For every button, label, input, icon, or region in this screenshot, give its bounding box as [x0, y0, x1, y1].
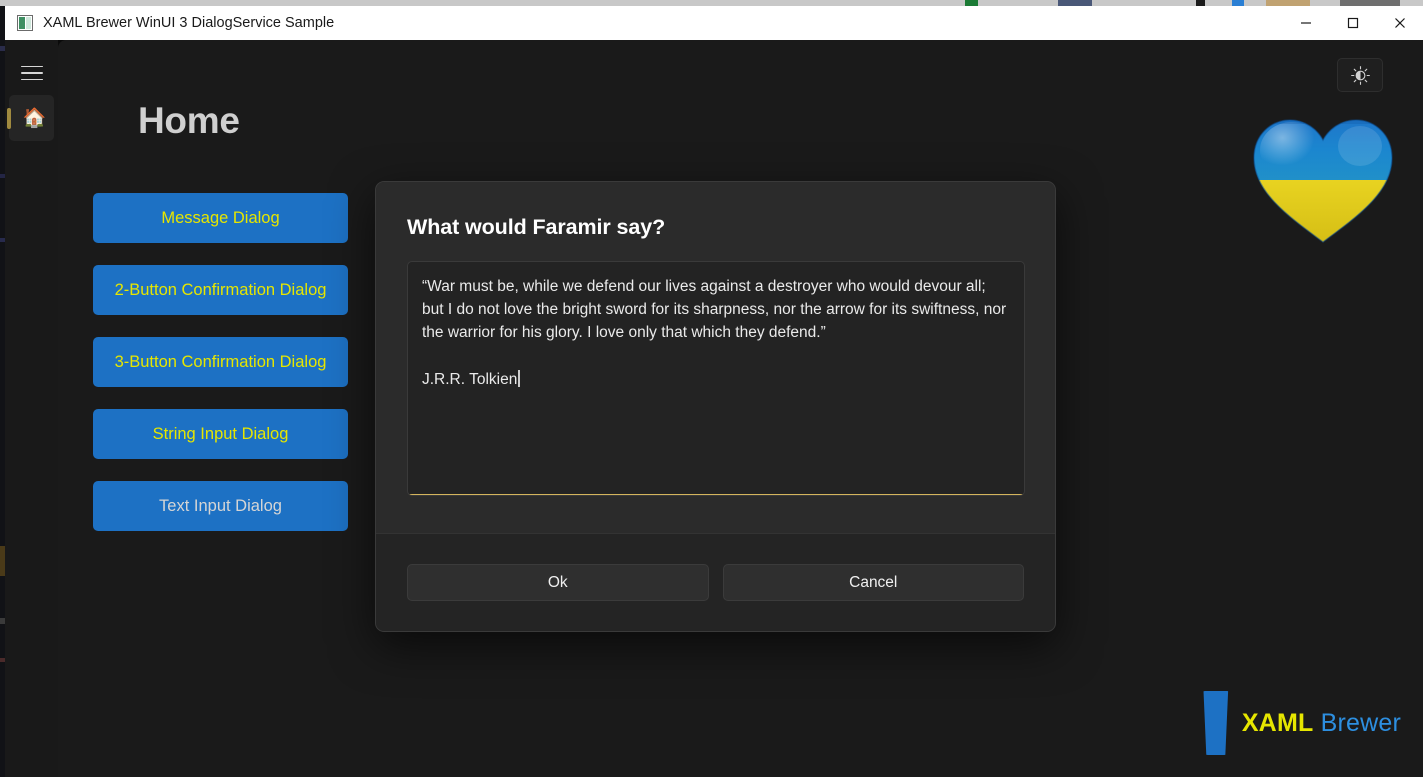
text-input-dialog-button[interactable]: Text Input Dialog: [93, 481, 348, 531]
app-tile-icon: [17, 15, 33, 31]
hamburger-bar: [21, 72, 43, 74]
theme-toggle-button[interactable]: [1337, 58, 1383, 92]
quote-author-text: J.R.R. Tolkien: [422, 371, 518, 388]
close-icon[interactable]: [1376, 6, 1423, 40]
quote-textbox[interactable]: “War must be, while we defend our lives …: [407, 261, 1025, 496]
selection-indicator: [7, 108, 11, 129]
brightness-sun-icon: [1350, 65, 1370, 85]
brand-name-first: XAML: [1241, 708, 1314, 737]
page-title: Home: [138, 100, 240, 141]
ukraine-heart-icon: [1248, 112, 1398, 247]
content-surface: Home Message Dialog 2-Button Confirmatio…: [58, 40, 1423, 777]
brand-name-second: Brewer: [1320, 708, 1401, 737]
app-body: 🏠 Home Message Dialog 2-Button Confirmat…: [5, 40, 1423, 777]
three-button-confirmation-dialog-button[interactable]: 3-Button Confirmation Dialog: [93, 337, 348, 387]
cancel-button[interactable]: Cancel: [722, 564, 1024, 601]
dialog-buttons-column: Message Dialog 2-Button Confirmation Dia…: [93, 193, 348, 531]
title-bar[interactable]: XAML Brewer WinUI 3 DialogService Sample: [5, 6, 1423, 40]
minimize-icon[interactable]: [1282, 6, 1329, 40]
message-dialog-button[interactable]: Message Dialog: [93, 193, 348, 243]
quote-text: “War must be, while we defend our lives …: [422, 278, 1007, 341]
app-window: XAML Brewer WinUI 3 DialogService Sample…: [0, 0, 1423, 777]
brand-logo: XAML Brewer: [1202, 691, 1401, 755]
text-input-dialog: What would Faramir say? “War must be, wh…: [375, 181, 1056, 632]
dialog-footer: Ok Cancel: [376, 533, 1055, 631]
house-emoji-icon: 🏠: [22, 107, 47, 129]
text-caret: [518, 370, 520, 387]
hamburger-bar: [21, 65, 43, 68]
quote-author: J.R.R. Tolkien: [422, 368, 520, 391]
window-title: XAML Brewer WinUI 3 DialogService Sample: [43, 15, 335, 31]
beer-glass-icon: [1203, 691, 1229, 755]
ok-button[interactable]: Ok: [407, 564, 709, 601]
navigation-rail: 🏠: [5, 40, 58, 777]
two-button-confirmation-dialog-button[interactable]: 2-Button Confirmation Dialog: [93, 265, 348, 315]
dialog-body: What would Faramir say? “War must be, wh…: [376, 182, 1055, 533]
hamburger-icon[interactable]: [19, 60, 45, 86]
maximize-icon[interactable]: [1329, 6, 1376, 40]
brand-name: XAML Brewer: [1242, 709, 1401, 738]
sidebar-item-home[interactable]: 🏠: [7, 95, 54, 141]
string-input-dialog-button[interactable]: String Input Dialog: [93, 409, 348, 459]
hamburger-bar: [21, 78, 43, 81]
dialog-title: What would Faramir say?: [407, 215, 666, 239]
